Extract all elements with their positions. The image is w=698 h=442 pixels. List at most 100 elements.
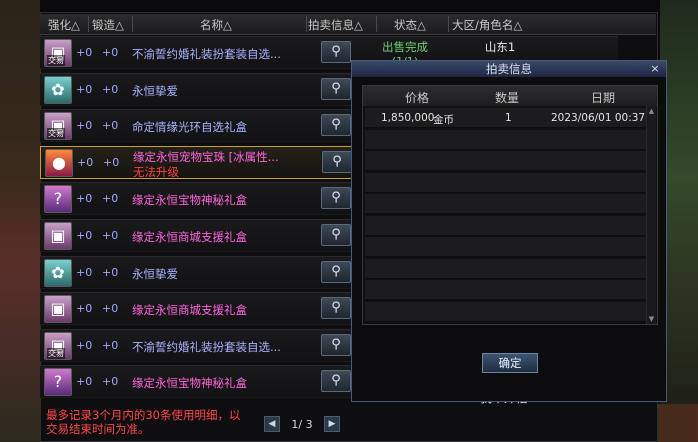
search-icon: ⚲ [332,153,342,169]
enhance-value: +0 [76,46,93,59]
search-icon: ⚲ [331,263,341,279]
search-icon: ⚲ [331,117,341,133]
confirm-button[interactable]: 确定 [482,353,538,373]
gift-box-icon[interactable]: ▣ [44,295,72,324]
forge-value: +0 [102,265,119,279]
item-name: 缘定永恒宝物神秘礼盒 [132,193,247,208]
col-divider [88,16,89,32]
col-region[interactable]: 大区/角色名△ [452,17,522,33]
trade-tag: 交易 [47,55,65,66]
auction-entry-row [365,215,649,236]
gift-box-icon[interactable]: ▣ [44,222,72,250]
header-date: 日期 [591,91,616,105]
trade-tag: 交易 [47,347,65,359]
search-icon: ⚲ [331,190,341,206]
region-name: 山东1 [484,40,516,54]
search-icon: ⚲ [331,227,341,242]
column-header: 强化△ 锻造△ 名称△ 拍卖信息△ 状态△ 大区/角色名△ [40,14,656,35]
auction-info-button[interactable]: ⚲ [321,114,351,137]
auction-entry-row [365,301,649,322]
entry-price: 1,850,000 [381,112,435,124]
prev-page-icon[interactable]: ◀ [264,416,280,432]
enhance-value: +0 [76,265,93,279]
auction-entry-row [365,129,649,150]
header-price: 价格 [405,91,430,105]
auction-info-dialog: 拍卖信息 × 价格 数量 日期 1,850,000 金币 1 2023/06/01 0… [351,60,667,402]
col-divider [448,16,449,32]
auction-info-button[interactable]: ⚲ [322,150,352,173]
search-icon: ⚲ [331,336,341,352]
forge-value: +0 [102,82,119,96]
background-left [0,0,40,442]
forge-value: +0 [102,338,119,352]
header-quantity: 数量 [495,91,520,105]
auction-entry-row: 1,850,000 金币 1 2023/06/01 00:37 [365,108,649,128]
item-name: 缘定永恒商城支援礼盒 [132,230,247,244]
auction-entry-row [365,280,649,300]
close-icon[interactable]: × [648,62,662,76]
forge-value: +0 [102,119,119,133]
item-name: 不渝誓约婚礼装扮套装自选... [132,339,281,354]
pagination: ◀ 1/ 3 ▶ [262,414,342,434]
auction-entry-row [365,172,649,193]
mystery-box-icon[interactable]: ? [44,185,72,214]
gift-box-icon[interactable]: ▣ 交易 [44,331,72,360]
scroll-down-icon[interactable]: ▼ [647,314,656,324]
col-divider [306,16,307,32]
trade-tag: 交易 [47,128,65,140]
auction-entry-row [365,237,649,257]
orb-icon[interactable]: ● [45,148,73,177]
entry-date: 2023/06/01 00:37 [551,112,646,124]
auction-info-button[interactable]: ⚲ [321,333,351,356]
auction-info-button[interactable]: ⚲ [321,224,351,246]
flower-icon[interactable]: ✿ [44,75,72,104]
col-forge[interactable]: 锻造△ [92,17,124,33]
col-name[interactable]: 名称△ [200,17,232,33]
auction-info-button[interactable]: ⚲ [321,77,351,100]
item-name: 缘定永恒商城支援礼盒 [132,303,247,318]
enhance-value: +0 [77,155,94,169]
dialog-scrollbar[interactable]: ▲ ▼ [646,106,656,324]
enhance-value: +0 [76,192,93,206]
dialog-title: 拍卖信息 [352,61,666,77]
enhance-value: +0 [76,338,93,352]
auction-info-button[interactable]: ⚲ [321,187,351,210]
col-status[interactable]: 状态△ [394,17,426,33]
item-name: 永恒挚爱 [132,83,178,98]
forge-value: +0 [102,46,119,59]
item-name: 缘定永恒宠物宝珠 [冰属性... [133,149,279,164]
auction-entry-row [365,194,649,214]
gift-box-icon[interactable]: ▣ 交易 [44,112,72,141]
col-divider [376,16,377,32]
auction-info-button[interactable]: ⚲ [321,370,351,393]
mystery-box-icon[interactable]: ? [44,368,72,397]
search-icon: ⚲ [331,44,341,59]
enhance-value: +0 [76,375,93,389]
col-divider [132,16,133,32]
cannot-upgrade-label: 无法升级 [133,164,179,179]
search-icon: ⚲ [331,373,341,389]
item-name: 命定情缘光环自选礼盒 [132,120,247,135]
auction-entry-row [365,151,649,171]
entry-currency: 金币 [433,114,454,126]
entry-quantity: 1 [505,112,512,124]
forge-value: +0 [102,302,119,316]
item-name: 不渝誓约婚礼装扮套装自选... [132,47,281,61]
dialog-table-header: 价格 数量 日期 [363,86,657,106]
auction-info-button[interactable]: ⚲ [321,297,351,320]
next-page-icon[interactable]: ▶ [324,416,340,432]
item-name: 缘定永恒宝物神秘礼盒 [132,376,247,391]
auction-info-button[interactable]: ⚲ [321,41,351,63]
auction-entry-row [365,258,649,279]
col-enhance[interactable]: 强化△ [48,17,80,33]
item-name: 永恒挚爱 [132,266,178,281]
gift-box-icon[interactable]: ▣ 交易 [44,39,72,67]
scroll-up-icon[interactable]: ▲ [647,106,656,116]
page-indicator: 1/ 3 [291,418,313,431]
forge-value: +0 [103,155,120,169]
col-auction-info[interactable]: 拍卖信息△ [308,17,363,33]
flower-icon[interactable]: ✿ [44,258,72,287]
forge-value: +0 [102,229,119,242]
auction-info-button[interactable]: ⚲ [321,260,351,283]
forge-value: +0 [102,192,119,206]
